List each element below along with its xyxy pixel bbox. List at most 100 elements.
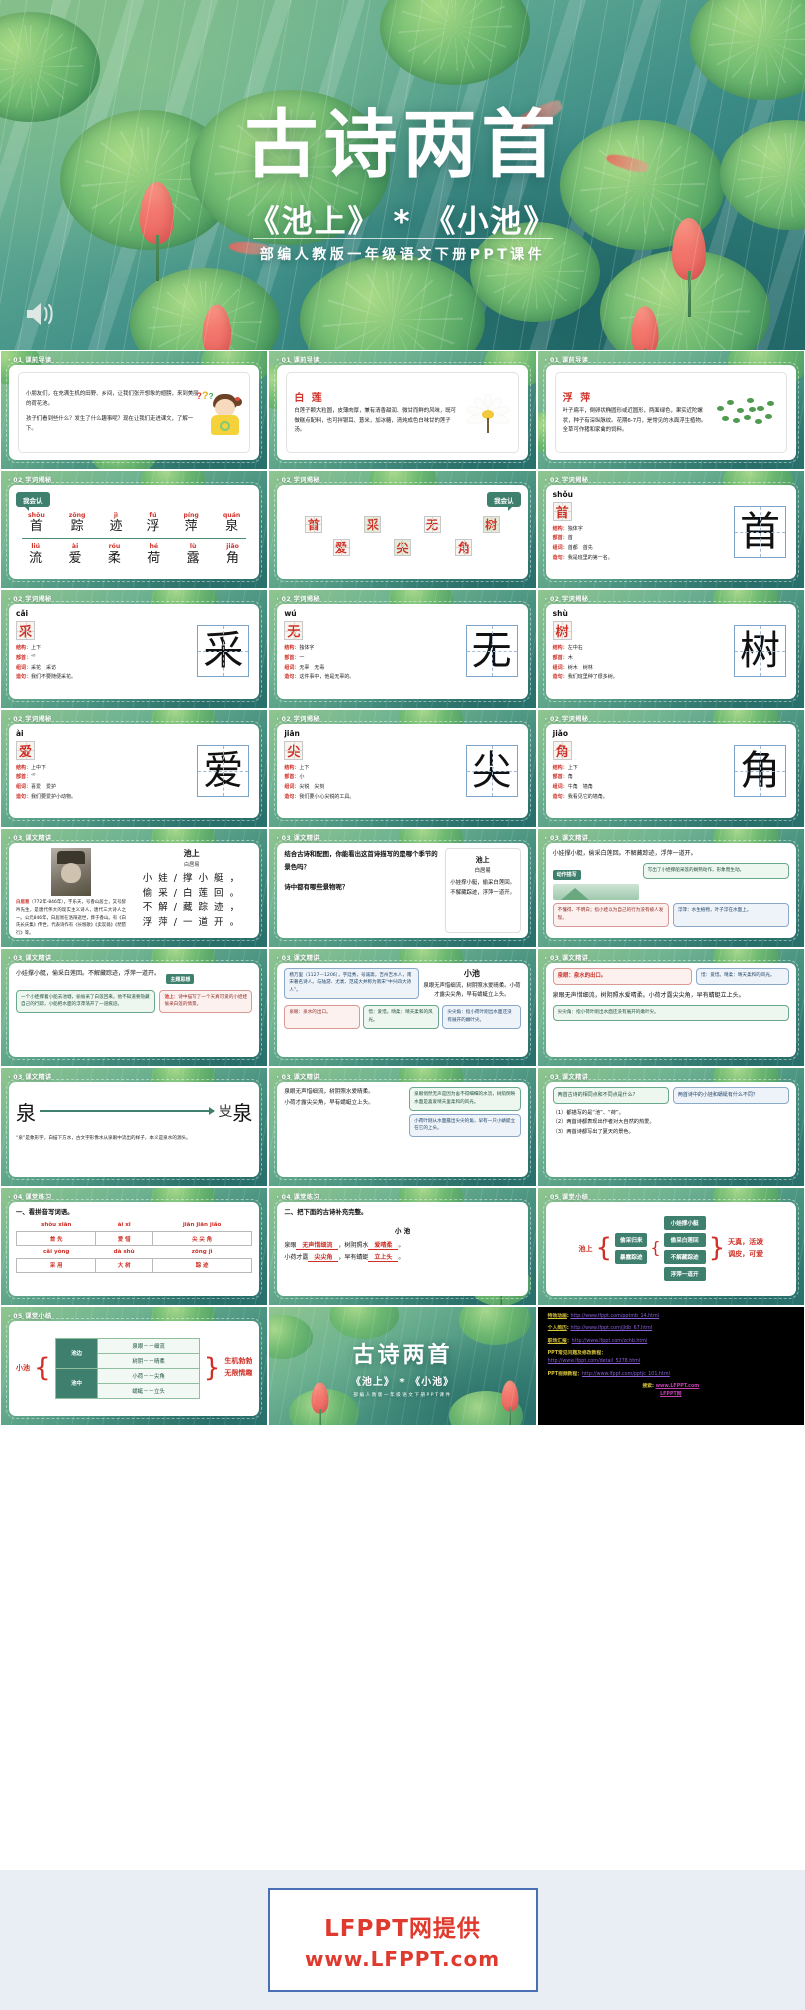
- watermark-box: LFPPT网提供 www.LFPPT.com: [268, 1888, 538, 1992]
- slide-thumb-char-wu[interactable]: · 02 字词揭秘 wú 无 结构：独体字 部首：一 组词：无辜 无毒 造句：这…: [268, 589, 536, 709]
- slide-thumb-summary-chishang[interactable]: · 05 课堂小结 池上 { 偷采归来 暴露踪迹 { 小娃撑小艇 偷采白莲回 不…: [537, 1187, 805, 1307]
- pinyin-text: róu: [108, 543, 121, 550]
- attr-value: 爫: [31, 655, 36, 661]
- slide-section-label: · 03 课文精讲: [276, 953, 320, 962]
- exercise-title: 一、看拼音写词语。: [16, 1207, 252, 1216]
- slide-thumb-credits[interactable]: 特效动画: http://www.lfppt.com/pptmb_14.html…: [537, 1306, 805, 1426]
- slide-thumb-summary-xiaochi[interactable]: · 05 课堂小结 小池 { 池边 泉眼－－细流 树阴－－晴柔: [0, 1306, 268, 1426]
- attr-value: 小: [299, 774, 304, 780]
- speaker-icon[interactable]: [24, 300, 56, 328]
- slide-thumb-annotation-1[interactable]: · 03 课文精讲 小娃撑小艇，偷采白莲回。不解藏踪迹，浮萍一道开。 动作描写 …: [537, 828, 805, 948]
- slide-content-card: shǒu 首 结构：独体字 部首：首 组词：首都 首先 造句：我是班里的第一名。…: [546, 485, 796, 580]
- diagram-root: 池上: [578, 1244, 592, 1254]
- fill-blank-line: 泉眼无声惜细流，树阴照水爱晴柔。: [284, 1240, 520, 1253]
- char-chip: 爱: [16, 741, 35, 760]
- hanzi-cell[interactable]: 采: [364, 516, 381, 533]
- slide-thumb-end[interactable]: 古诗两首 《池上》 * 《小池》 部编人教版一年级语文下册PPT课件: [268, 1306, 536, 1426]
- attr-value: 我们要爱护小动物。: [31, 794, 76, 800]
- slide-section-label: · 03 课文精讲: [545, 953, 589, 962]
- recognize-row-1: 首 采 无 树: [284, 516, 520, 533]
- slide-thumb-char-ai[interactable]: · 02 字词揭秘 ài 爱 结构：上中下 部首：爫 组词：喜爱 爱护 造句：我…: [0, 709, 268, 829]
- note-xi: 惜：爱惜。晴柔：晴天柔和的风光。: [696, 968, 789, 985]
- answer-cell[interactable]: 大 树: [96, 1258, 152, 1272]
- char-radical: 部首：首: [553, 534, 727, 544]
- conclusion-line: 天真，活泼: [728, 1237, 763, 1249]
- credit-line: 特效动画: http://www.lfppt.com/pptmb_14.html: [548, 1314, 794, 1321]
- credit-site-name[interactable]: LFPPT网: [660, 1392, 681, 1397]
- credit-url[interactable]: www.LFPPT.com: [656, 1384, 700, 1389]
- slide-thumb-intro-question[interactable]: · 01 课前导读 小朋友们，在充满生机的田野、乡间，让我们张开想象的翅膀，来到…: [0, 350, 268, 470]
- table-row: 池中 小荷－－尖角: [55, 1368, 199, 1383]
- slide-thumb-exercise-2[interactable]: · 04 课堂练习 二、把下面的古诗补充完整。 小 池 泉眼无声惜细流，树阴照水…: [268, 1187, 536, 1307]
- tianzige-box: 采: [197, 625, 249, 677]
- slide-thumb-fuping[interactable]: · 01 课前导读 浮 萍 叶子扁平，倒卵状椭圆形或近圆形，两面绿色，果实近陀螺…: [537, 350, 805, 470]
- hanzi-cell[interactable]: 角: [455, 539, 472, 556]
- slide-section-label: · 03 课文精讲: [8, 953, 52, 962]
- note-blue: 尖尖角：指小荷叶刚出水面还没有展开的嫩叶尖。: [442, 1005, 520, 1029]
- slide-thumb-recognize-grid[interactable]: · 02 字词揭秘 我会认 首 采 无 树 爱 尖 角: [268, 470, 536, 590]
- credit-url[interactable]: http://www.lfppt.com/zchb.html: [572, 1339, 648, 1344]
- pinyin-cell: shǒu xiān: [17, 1220, 96, 1232]
- note-red: 泉眼：泉水的出口。: [284, 1005, 360, 1029]
- slide-thumb-qa-season[interactable]: · 03 课文精讲 结合古诗和配图，你能看出这首诗描写的是哪个季节的景色吗？ 诗…: [268, 828, 536, 948]
- slide-content-card: 小娃撑小艇，偷采白莲回。不解藏踪迹，浮萍一道开。 动作描写 写出了小娃撑船采莲的…: [546, 843, 796, 938]
- hanzi-cell[interactable]: 首: [305, 516, 322, 533]
- table-row: 池边 泉眼－－细流: [55, 1338, 199, 1353]
- char-structure: 结构：左中右: [553, 644, 727, 654]
- slide-thumb-poem-explain[interactable]: · 03 课文精讲 泉眼无声惜细流，树阴照水爱晴柔。 小荷才露尖尖角，早有蜻蜓立…: [268, 1067, 536, 1187]
- slide-thumb-poet-bio[interactable]: · 03 课文精讲 白居易（772年-846年），字乐天，号香山居士，又号醉吟先…: [0, 828, 268, 948]
- credit-url[interactable]: http://www.lfppt.com/jldb_67.html: [570, 1326, 652, 1331]
- poem-line: 浮 萍 / 一 道 开 。: [131, 916, 252, 931]
- slide-thumb-char-cai[interactable]: · 02 字词揭秘 cǎi 采 结构：上下 部首：爫 组词：采花 采访 造句：我…: [0, 589, 268, 709]
- attr-value: 一: [299, 655, 304, 661]
- white-lotus-photo: [465, 390, 511, 434]
- slide-content-card: 小朋友们，在充满生机的田野、乡间，让我们张开想象的翅膀，来到美丽的荷花池。 孩子…: [9, 365, 259, 460]
- pinyin-item: hé荷: [147, 543, 160, 567]
- slide-thumb-quan-evolution[interactable]: · 03 课文精讲 泉 𠬢 𡉵 𢌘 泉 “泉”是象形字，白描下方水，古文字形像水…: [0, 1067, 268, 1187]
- answer-cell[interactable]: 爱 惜: [96, 1232, 152, 1246]
- slide-content-card: jiān 尖 结构：上下 部首：小 组词：尖锐 尖刻 造句：我们要小心尖锐的工具…: [277, 724, 527, 819]
- leaf-label: 小娃撑小艇: [664, 1216, 706, 1230]
- slide-thumb-xiaochi-notes[interactable]: · 03 课文精讲 泉眼：泉水的出口。 惜：爱惜。晴柔：晴天柔和的风光。 泉眼无…: [537, 948, 805, 1068]
- slide-thumb-bailian[interactable]: · 01 课前导读 白 莲 白莲子颗大粒圆，皮薄肉厚，兼有清香甜润、微甘而鲜的风…: [268, 350, 536, 470]
- slide-thumb-char-shou[interactable]: · 02 字词揭秘 shǒu 首 结构：独体字 部首：首 组词：首都 首先 造句…: [537, 470, 805, 590]
- blank-answer[interactable]: 立上头: [368, 1254, 398, 1262]
- slide-thumb-annotation-2[interactable]: · 03 课文精讲 小娃撑小艇，偷采白莲回。不解藏踪迹，浮萍一道开。 主题思想 …: [0, 948, 268, 1068]
- answer-cell[interactable]: 采 用: [17, 1258, 96, 1272]
- end-meta: 部编人教版一年级语文下册PPT课件: [269, 1392, 535, 1398]
- hanzi-cell[interactable]: 爱: [333, 539, 350, 556]
- blank-answer[interactable]: 尖尖角: [308, 1254, 338, 1262]
- blank-answer[interactable]: 爱晴柔: [368, 1242, 398, 1250]
- credit-url[interactable]: http://www.lfppt.com/detail_5278.html: [548, 1359, 640, 1364]
- recognize-row-2: 爱 尖 角: [284, 539, 520, 556]
- slide-thumb-char-jiao[interactable]: · 02 字词揭秘 jiǎo 角 结构：上下 部首：角 组词：牛角 墙角 造句：…: [537, 709, 805, 829]
- answer-cell[interactable]: 首 先: [17, 1232, 96, 1246]
- char-radical: 部首：一: [284, 654, 458, 664]
- note-green: 写出了小娃撑船采莲的娴熟动作，形象而生动。: [643, 863, 789, 879]
- hanzi-cell[interactable]: 树: [483, 516, 500, 533]
- slide-thumb-xiaochi-intro[interactable]: · 03 课文精讲 杨万里（1127—1206），字廷秀，号诚斋，吉州吉水人，南…: [268, 948, 536, 1068]
- blank-answer[interactable]: 无声惜细流: [296, 1242, 338, 1250]
- hanzi-cell[interactable]: 无: [424, 516, 441, 533]
- answer-cell[interactable]: 踪 迹: [152, 1258, 251, 1272]
- lotus-pad: [690, 0, 805, 100]
- slide-thumb-compare-1[interactable]: · 03 课文精讲 两首古诗的相同点和不同点是什么？ 两首诗中的小娃和蜻蜓有什么…: [537, 1067, 805, 1187]
- compare-item: （2）两首诗都表现出作者对大自然的热爱。: [553, 1118, 789, 1128]
- hanzi-text: 浮: [146, 519, 159, 535]
- pinyin-cell: jiān jiān jiǎo: [152, 1220, 251, 1232]
- attr-key: 结构: [16, 765, 26, 771]
- pinyin-cell: cǎi yòng: [17, 1246, 96, 1259]
- slide-thumb-char-jian[interactable]: · 02 字词揭秘 jiān 尖 结构：上下 部首：小 组词：尖锐 尖刻 造句：…: [268, 709, 536, 829]
- hanzi-cell[interactable]: 尖: [394, 539, 411, 556]
- brace-icon: {: [650, 1242, 660, 1255]
- answer-cell[interactable]: 尖 尖 角: [152, 1232, 251, 1246]
- credit-url[interactable]: http://www.lfppt.com/pptjc_101.html: [582, 1372, 670, 1377]
- slide-content-card: 结合古诗和配图，你能看出这首诗描写的是哪个季节的景色吗？ 诗中都有哪些景物呢？ …: [277, 843, 527, 938]
- attr-value: 首都 首先: [568, 545, 593, 551]
- slide-section-label: · 03 课文精讲: [545, 833, 589, 842]
- credit-url[interactable]: http://www.lfppt.com/pptmb_14.html: [570, 1314, 659, 1319]
- slide-thumb-exercise-1[interactable]: · 04 课堂练习 一、看拼音写词语。 shǒu xiān ài xī jiān…: [0, 1187, 268, 1307]
- slide-thumb-pinyin-list[interactable]: · 02 字词揭秘 我会认 shǒu首 zōng踪 jì迹 fú浮 píng萍 …: [0, 470, 268, 590]
- page-subtitle: 《池上》 * 《小池》: [0, 196, 805, 241]
- slide-thumb-char-shu[interactable]: · 02 字词揭秘 shù 树 结构：左中右 部首：木 组词：树木 树林 造句：…: [537, 589, 805, 709]
